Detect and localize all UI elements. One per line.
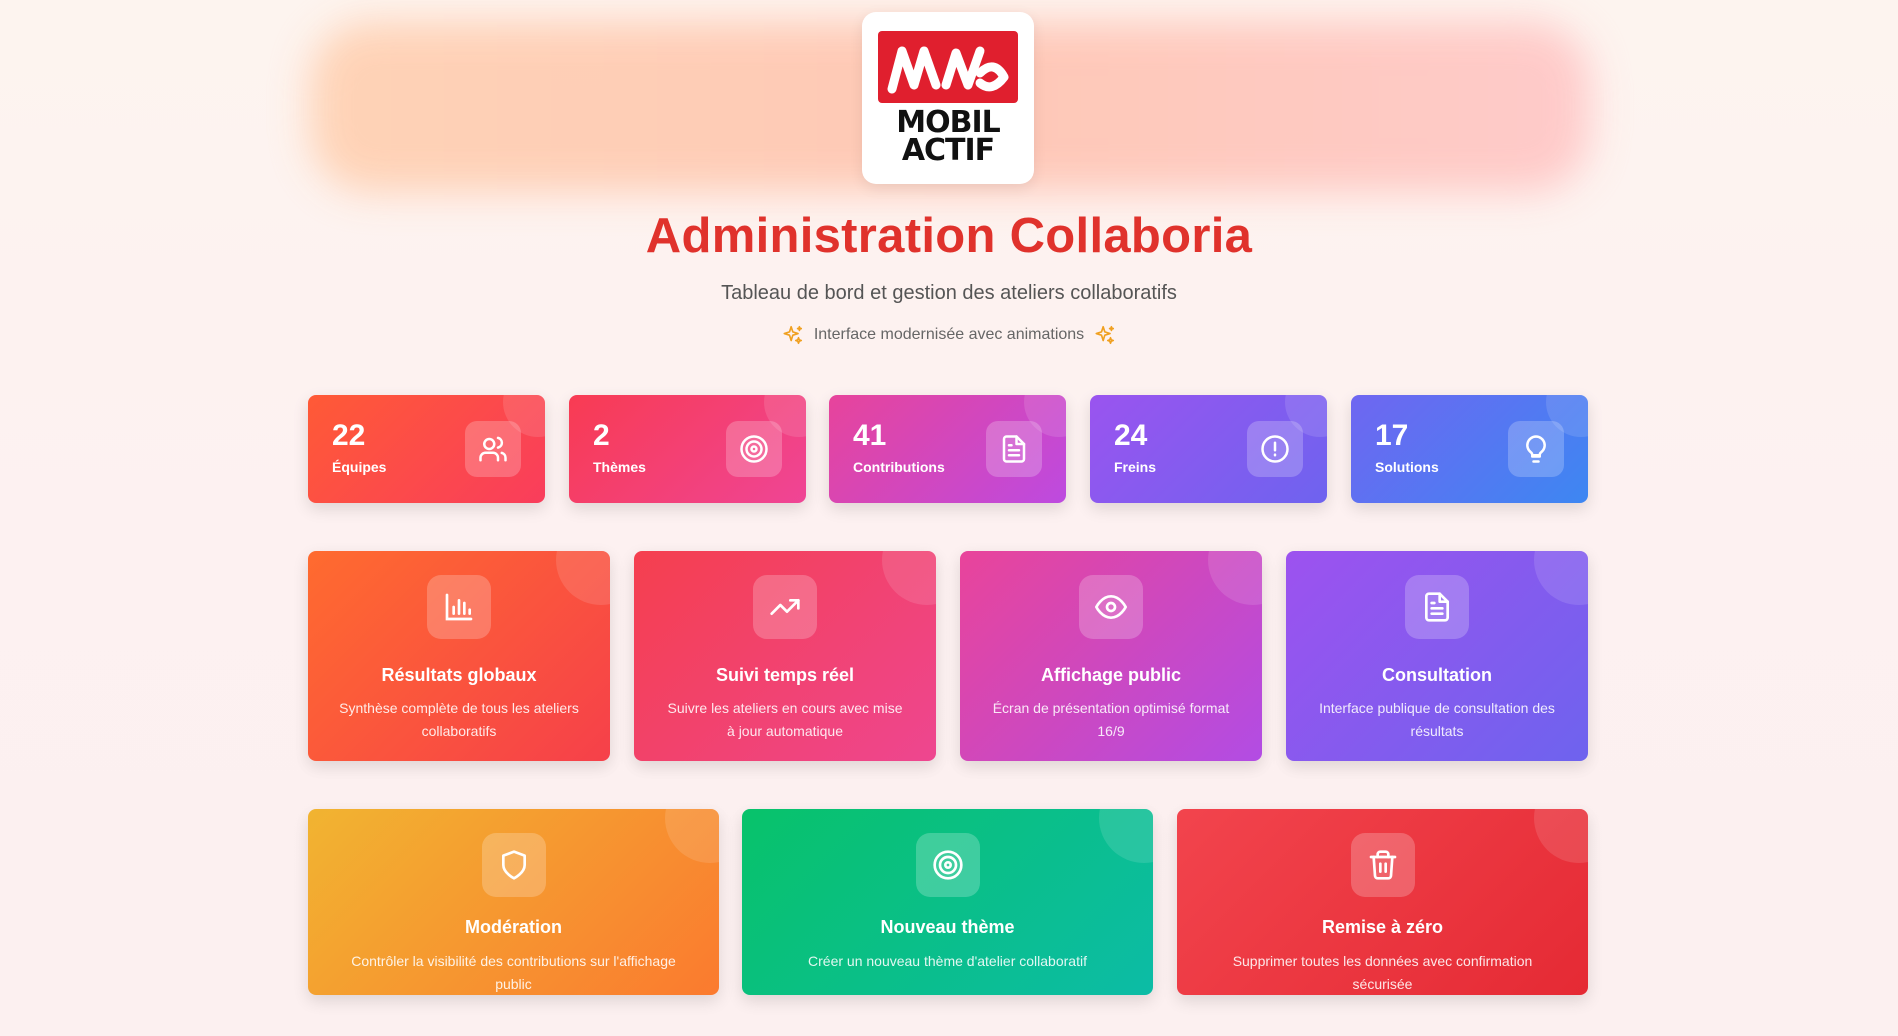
stat-label: Freins: [1114, 459, 1157, 475]
card-title: Consultation: [1382, 665, 1492, 685]
sparkles-icon: [1095, 325, 1115, 345]
card-description: Supprimer toutes les données avec confir…: [1232, 953, 1533, 992]
card-icon-box: [753, 575, 817, 639]
target-icon: [932, 850, 963, 880]
trending-up-icon: [770, 599, 800, 615]
shield-icon: [501, 850, 526, 880]
tagline: Interface modernisée avec animations: [0, 324, 1898, 346]
card-title: Remise à zéro: [1321, 917, 1444, 937]
card-icon-box: [1405, 575, 1469, 639]
card-description: Suivre les ateliers en cours avec mise à…: [667, 700, 903, 739]
stat-card-solutions: 17 Solutions: [1351, 395, 1588, 503]
eye-icon: [1095, 595, 1127, 619]
card-description: Écran de présentation optimisé format 16…: [992, 700, 1230, 739]
stat-card-themes: 2 Thèmes: [569, 395, 806, 503]
stat-value: 22: [332, 419, 366, 452]
card-title: Affichage public: [1040, 665, 1181, 685]
stat-icon-box: [1508, 421, 1564, 477]
stat-icon-box: [726, 421, 782, 477]
stat-card-equipes: 22 Équipes: [308, 395, 545, 503]
page-subtitle: Tableau de bord et gestion des ateliers …: [721, 282, 1177, 304]
action-card-remise-a-zero[interactable]: Remise à zéro Supprimer toutes les donné…: [1177, 809, 1588, 995]
trash-icon: [1369, 850, 1396, 880]
page-title: Administration Collaboria: [645, 209, 1253, 263]
card-title: Nouveau thème: [880, 917, 1015, 937]
card-description: Créer un nouveau thème d'atelier collabo…: [808, 953, 1087, 969]
stat-label: Équipes: [332, 459, 387, 475]
file-text-icon: [1425, 592, 1449, 622]
card-icon-box: [427, 575, 491, 639]
stat-icon-box: [465, 421, 521, 477]
stat-value: 17: [1375, 419, 1409, 452]
card-description: Synthèse complète de tous les ateliers c…: [339, 700, 579, 739]
card-icon-box: [1350, 833, 1415, 897]
action-card-nouveau-theme[interactable]: Nouveau thème Créer un nouveau thème d'a…: [742, 809, 1153, 995]
stat-value: 2: [593, 419, 610, 452]
alert-circle-icon: [1261, 435, 1289, 463]
mobilactif-logo-mark-icon: [878, 31, 1018, 103]
card-icon-box: [915, 833, 980, 897]
stat-value: 24: [1114, 419, 1148, 452]
action-card-moderation[interactable]: Modération Contrôler la visibilité des c…: [308, 809, 719, 995]
stat-label: Solutions: [1375, 459, 1439, 475]
mobilactif-logo: MOBIL ACTIF: [862, 12, 1034, 184]
stat-card-freins: 24 Freins: [1090, 395, 1327, 503]
logo-text-line2: ACTIF: [901, 133, 995, 168]
lightbulb-icon: [1526, 435, 1546, 463]
card-description: Contrôler la visibilité des contribution…: [351, 953, 676, 992]
action-card-consultation[interactable]: Consultation Interface publique de consu…: [1286, 551, 1588, 761]
stat-icon-box: [986, 421, 1042, 477]
bar-chart-icon: [445, 593, 473, 621]
card-title: Modération: [465, 917, 562, 937]
card-description: Interface publique de consultation des r…: [1319, 700, 1555, 739]
card-icon-box: [1079, 575, 1143, 639]
stat-label: Thèmes: [593, 459, 646, 475]
action-card-suivi-temps-reel[interactable]: Suivi temps réel Suivre les ateliers en …: [634, 551, 936, 761]
tagline-text: Interface modernisée avec animations: [813, 326, 1085, 343]
stat-value: 41: [853, 419, 887, 452]
users-icon: [479, 436, 507, 462]
stat-label: Contributions: [853, 459, 945, 475]
card-icon-box: [481, 833, 546, 897]
sparkles-icon: [783, 325, 802, 345]
card-title: Résultats globaux: [381, 665, 537, 685]
card-title: Suivi temps réel: [715, 665, 855, 685]
file-text-icon: [1002, 435, 1026, 463]
action-card-affichage-public[interactable]: Affichage public Écran de présentation o…: [960, 551, 1262, 761]
stat-icon-box: [1247, 421, 1303, 477]
target-icon: [740, 435, 768, 463]
stat-card-contributions: 41 Contributions: [829, 395, 1066, 503]
action-card-resultats-globaux[interactable]: Résultats globaux Synthèse complète de t…: [308, 551, 610, 761]
